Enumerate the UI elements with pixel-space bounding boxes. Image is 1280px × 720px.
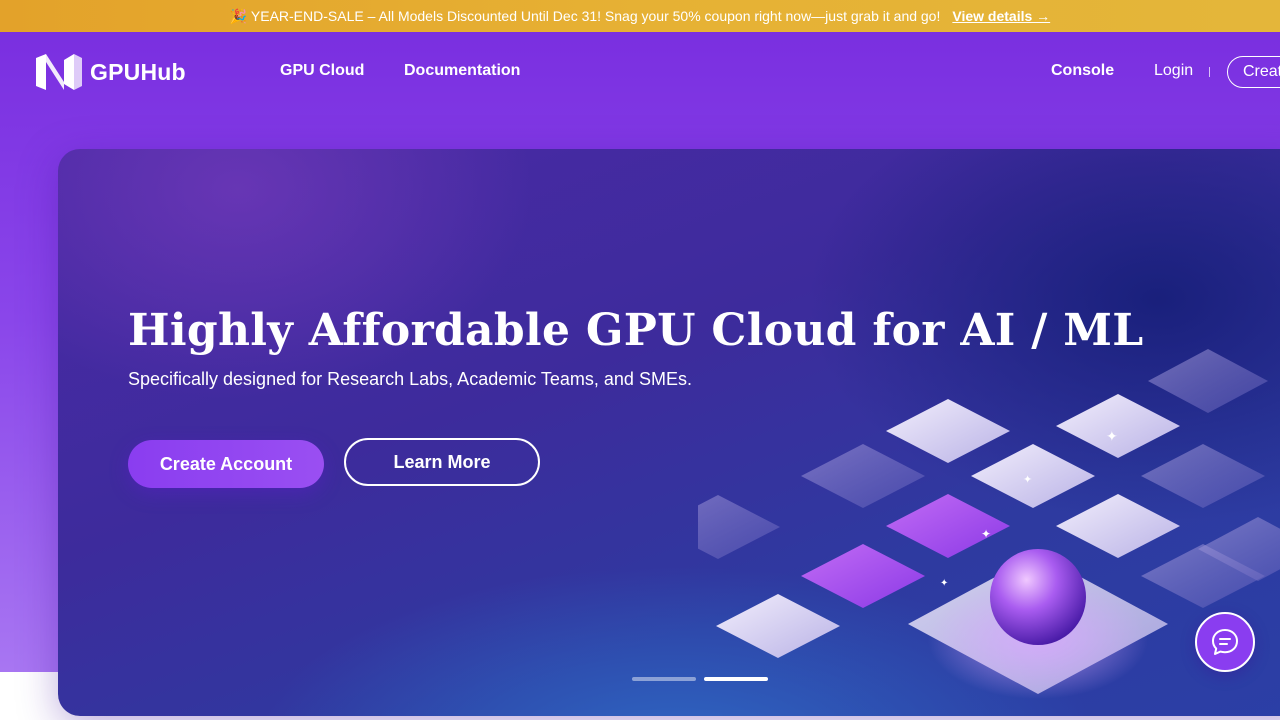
carousel-indicators: [632, 677, 768, 681]
carousel-dot-2[interactable]: [704, 677, 768, 681]
hero-subtitle: Specifically designed for Research Labs,…: [128, 369, 692, 389]
nav-separator: [1209, 67, 1210, 77]
chat-button[interactable]: [1195, 612, 1255, 672]
nav-create-account-button[interactable]: Create Account: [1227, 56, 1280, 88]
create-account-button[interactable]: Create Account: [128, 440, 324, 488]
logo[interactable]: GPUHub: [34, 54, 186, 90]
nav-documentation[interactable]: Documentation: [404, 62, 520, 80]
nav-console[interactable]: Console: [1051, 62, 1114, 80]
promo-view-details-link[interactable]: View details →: [952, 8, 1050, 24]
logo-text: GPUHub: [90, 58, 186, 85]
hero-banner: Highly Affordable GPU Cloud for AI / ML …: [58, 149, 1280, 716]
svg-text:✦: ✦: [1106, 429, 1118, 445]
gpu-tiles-illustration: ✦ ✦ ✦ ✦: [698, 349, 1280, 699]
site-header: GPUHub GPU Cloud Documentation Console L…: [0, 32, 1280, 112]
svg-text:✦: ✦: [981, 527, 991, 541]
svg-text:✦: ✦: [1023, 473, 1032, 486]
gpuhub-logo-icon: [36, 54, 82, 90]
promo-bar: 🎉 YEAR-END-SALE – All Models Discounted …: [0, 0, 1280, 32]
svg-text:✦: ✦: [940, 578, 948, 589]
nav-gpu-cloud[interactable]: GPU Cloud: [280, 62, 364, 80]
learn-more-button[interactable]: Learn More: [344, 438, 540, 486]
chat-bubble-icon: [1212, 629, 1238, 655]
promo-text: 🎉 YEAR-END-SALE – All Models Discounted …: [229, 7, 941, 24]
nav-login[interactable]: Login: [1154, 62, 1193, 80]
carousel-dot-1[interactable]: [632, 677, 696, 681]
